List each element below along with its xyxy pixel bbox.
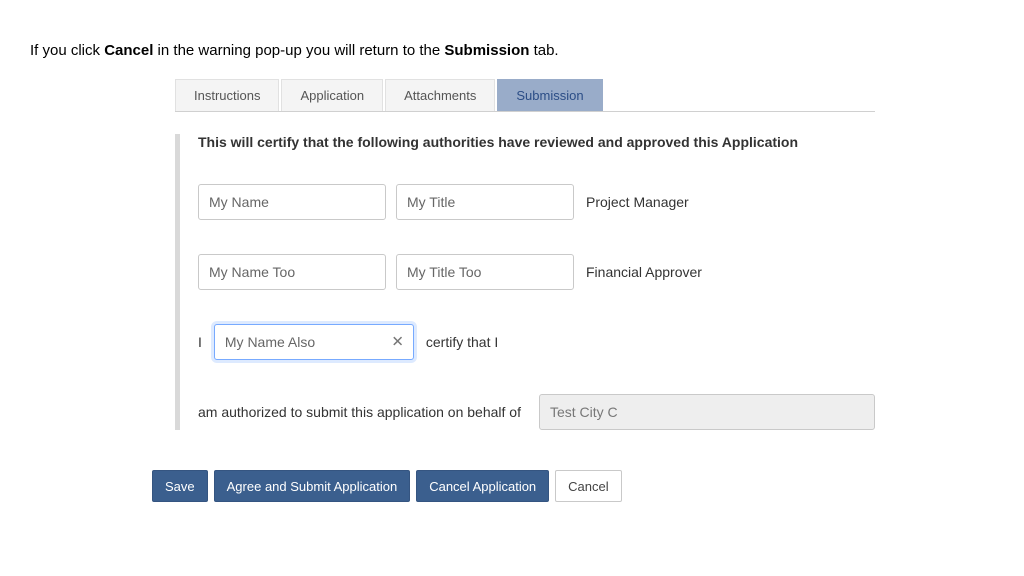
organization-value: Test City C xyxy=(550,404,618,420)
agree-submit-button[interactable]: Agree and Submit Application xyxy=(214,470,411,502)
intro-p1: If you click xyxy=(30,42,104,59)
authority1-name-input[interactable] xyxy=(198,184,386,220)
certify-name-wrap: ✕ xyxy=(214,324,414,360)
intro-p2: in the warning pop-up you will return to… xyxy=(153,42,444,59)
authority1-role-label: Project Manager xyxy=(586,194,689,210)
authority2-role-label: Financial Approver xyxy=(586,264,702,280)
tab-bar: Instructions Application Attachments Sub… xyxy=(175,79,875,112)
intro-b2: Submission xyxy=(444,42,529,59)
authorized-label: am authorized to submit this application… xyxy=(198,404,521,420)
intro-p3: tab. xyxy=(529,42,558,59)
authority2-title-input[interactable] xyxy=(396,254,574,290)
organization-readonly: Test City C xyxy=(539,394,875,430)
tab-attachments[interactable]: Attachments xyxy=(385,79,495,111)
certify-name-input[interactable] xyxy=(214,324,414,360)
authority-row-1: Project Manager xyxy=(198,184,875,220)
clear-input-icon[interactable]: ✕ xyxy=(387,331,408,353)
cancel-button[interactable]: Cancel xyxy=(555,470,621,502)
authority-row-2: Financial Approver xyxy=(198,254,875,290)
authorized-row: am authorized to submit this application… xyxy=(198,394,875,430)
intro-text: If you click Cancel in the warning pop-u… xyxy=(30,42,994,59)
tab-submission[interactable]: Submission xyxy=(497,79,602,111)
tab-application[interactable]: Application xyxy=(281,79,383,111)
tab-instructions[interactable]: Instructions xyxy=(175,79,279,111)
authority1-title-input[interactable] xyxy=(396,184,574,220)
certify-row: I ✕ certify that I xyxy=(198,324,875,360)
cancel-application-button[interactable]: Cancel Application xyxy=(416,470,549,502)
authority2-name-input[interactable] xyxy=(198,254,386,290)
submission-form: This will certify that the following aut… xyxy=(175,134,875,430)
certify-pre-label: I xyxy=(198,334,202,350)
action-buttons: Save Agree and Submit Application Cancel… xyxy=(152,470,875,502)
save-button[interactable]: Save xyxy=(152,470,208,502)
certification-heading: This will certify that the following aut… xyxy=(198,134,875,150)
intro-b1: Cancel xyxy=(104,42,153,59)
certify-post-label: certify that I xyxy=(426,334,498,350)
